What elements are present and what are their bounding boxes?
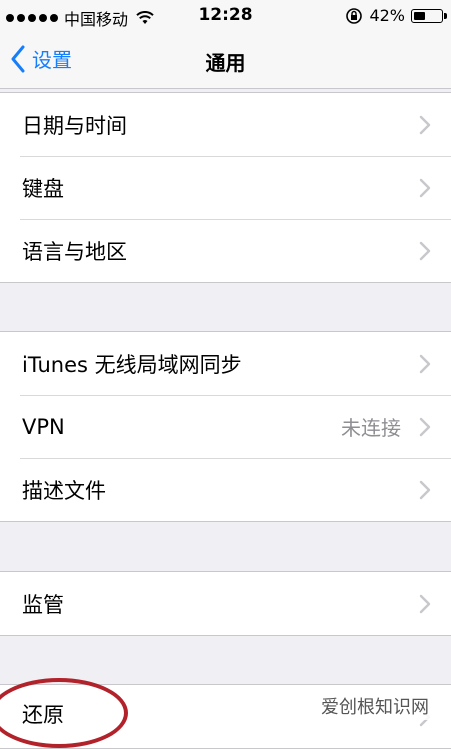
row-label: 日期与时间: [22, 113, 127, 138]
chevron-right-icon: [419, 417, 431, 437]
row-label: 描述文件: [22, 478, 106, 503]
battery-icon: [411, 8, 447, 23]
chevron-right-icon: [419, 178, 431, 198]
settings-group-network: iTunes 无线局域网同步 VPN 未连接 描述文件: [0, 331, 451, 522]
row-itunes-wifi-sync[interactable]: iTunes 无线局域网同步: [0, 332, 451, 395]
row-label: 键盘: [22, 176, 64, 201]
row-keyboard[interactable]: 键盘: [0, 156, 451, 219]
chevron-right-icon: [419, 241, 431, 261]
settings-group-datetime: 日期与时间 键盘 语言与地区: [0, 92, 451, 283]
row-supervision[interactable]: 监管: [0, 572, 451, 635]
row-label: 监管: [22, 592, 64, 617]
page-title: 通用: [205, 51, 246, 75]
chevron-right-icon: [419, 594, 431, 614]
row-date-time[interactable]: 日期与时间: [0, 93, 451, 156]
navigation-bar: 设置 通用: [0, 32, 451, 89]
rotation-lock-icon: [346, 7, 363, 24]
chevron-right-icon: [419, 115, 431, 135]
row-label: VPN: [22, 414, 65, 439]
row-vpn[interactable]: VPN 未连接: [0, 395, 451, 458]
vpn-status: 未连接: [341, 416, 401, 440]
row-label: iTunes 无线局域网同步: [22, 352, 242, 377]
chevron-right-icon: [419, 480, 431, 500]
battery-percent: 42%: [369, 6, 405, 25]
watermark: 爱创根知识网: [317, 692, 433, 720]
chevron-right-icon: [419, 354, 431, 374]
row-language-region[interactable]: 语言与地区: [0, 219, 451, 282]
row-label: 语言与地区: [22, 239, 127, 264]
battery-fill: [414, 11, 425, 20]
settings-group-supervision: 监管: [0, 571, 451, 636]
status-bar: 中国移动 12:28 42%: [0, 0, 451, 32]
row-profiles[interactable]: 描述文件: [0, 458, 451, 521]
status-right: 42%: [345, 6, 447, 25]
